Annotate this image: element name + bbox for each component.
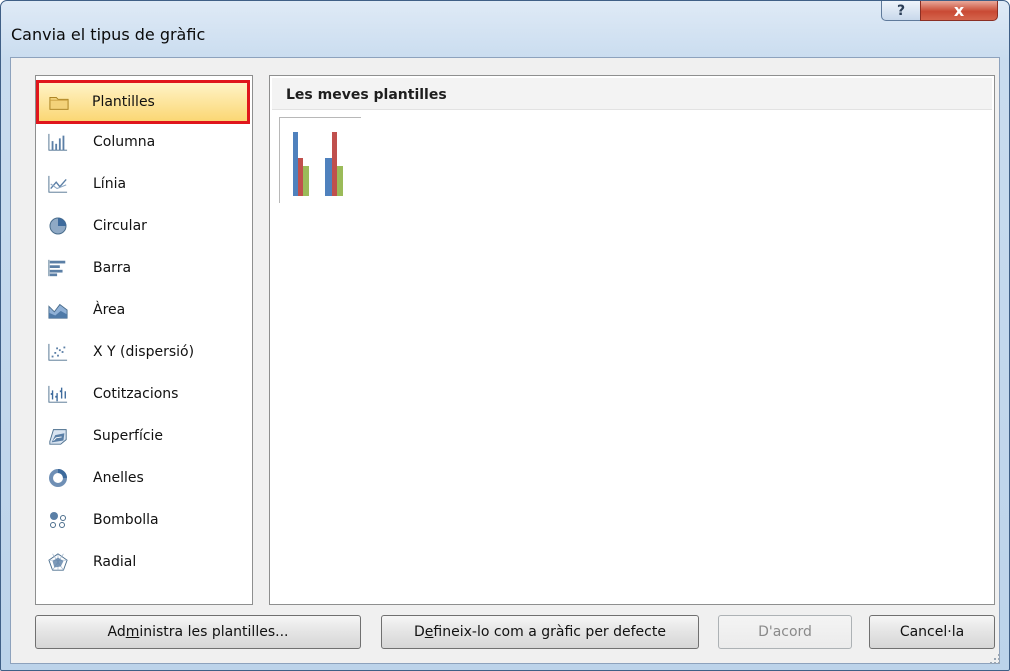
category-label: Columna	[93, 134, 156, 150]
dialog-window: Canvia el tipus de gràfic ? x Plantilles…	[0, 0, 1010, 671]
scatter-chart-icon	[48, 342, 68, 362]
area-chart-icon	[48, 300, 68, 320]
category-item-plantilles[interactable]: Plantilles	[36, 80, 250, 124]
category-label: Cotitzacions	[93, 386, 179, 402]
folder-icon	[49, 92, 69, 112]
category-item-radial[interactable]: Radial	[38, 542, 250, 582]
resize-grip[interactable]	[989, 650, 1001, 664]
templates-panel: Les meves plantilles	[269, 75, 995, 605]
set-default-chart-button[interactable]: Defineix-lo com a gràfic per defecte	[381, 615, 699, 649]
template-thumbnail[interactable]	[279, 117, 361, 203]
category-item-barra[interactable]: Barra	[38, 248, 250, 288]
bubble-chart-icon	[48, 510, 68, 530]
close-icon: x	[953, 1, 965, 20]
surface-chart-icon	[48, 426, 68, 446]
category-item-area[interactable]: Àrea	[38, 290, 250, 330]
cancel-button[interactable]: Cancel·la	[869, 615, 995, 649]
category-label: Plantilles	[92, 94, 155, 110]
category-item-xy-dispersio[interactable]: X Y (dispersió)	[38, 332, 250, 372]
bar-chart-icon	[48, 258, 68, 278]
manage-templates-label: Administra les plantilles...	[107, 624, 289, 640]
line-chart-icon	[48, 174, 68, 194]
close-button[interactable]: x	[920, 1, 998, 21]
category-label: Superfície	[93, 428, 164, 444]
category-item-anelles[interactable]: Anelles	[38, 458, 250, 498]
category-label: X Y (dispersió)	[93, 344, 195, 360]
cancel-label: Cancel·la	[899, 624, 965, 640]
help-button[interactable]: ?	[881, 1, 921, 21]
category-item-columna[interactable]: Columna	[38, 122, 250, 162]
category-label: Àrea	[93, 302, 126, 318]
category-label: Línia	[93, 176, 127, 192]
section-header: Les meves plantilles	[272, 78, 992, 110]
set-default-chart-label: Defineix-lo com a gràfic per defecte	[414, 624, 666, 640]
category-item-linia[interactable]: Línia	[38, 164, 250, 204]
category-item-cotitzacions[interactable]: Cotitzacions	[38, 374, 250, 414]
doughnut-chart-icon	[48, 468, 68, 488]
category-label: Barra	[93, 260, 132, 276]
help-icon: ?	[896, 2, 906, 19]
pie-chart-icon	[48, 216, 68, 236]
section-title: Les meves plantilles	[286, 87, 447, 103]
dialog-title: Canvia el tipus de gràfic	[11, 25, 206, 44]
category-label: Radial	[93, 554, 137, 570]
stock-chart-icon	[48, 384, 68, 404]
category-item-bombolla[interactable]: Bombolla	[38, 500, 250, 540]
radar-chart-icon	[48, 552, 68, 572]
category-label: Circular	[93, 218, 147, 234]
category-label: Bombolla	[93, 512, 159, 528]
column-chart-template-thumbnail	[293, 132, 343, 196]
category-label: Anelles	[93, 470, 144, 486]
ok-button[interactable]: D'acord	[718, 615, 852, 649]
manage-templates-button[interactable]: Administra les plantilles...	[35, 615, 361, 649]
category-item-circular[interactable]: Circular	[38, 206, 250, 246]
chart-type-list: Plantilles Columna Línia Circular Barra	[35, 75, 253, 605]
column-chart-icon	[48, 132, 68, 152]
ok-label: D'acord	[758, 624, 812, 640]
category-item-superficie[interactable]: Superfície	[38, 416, 250, 456]
